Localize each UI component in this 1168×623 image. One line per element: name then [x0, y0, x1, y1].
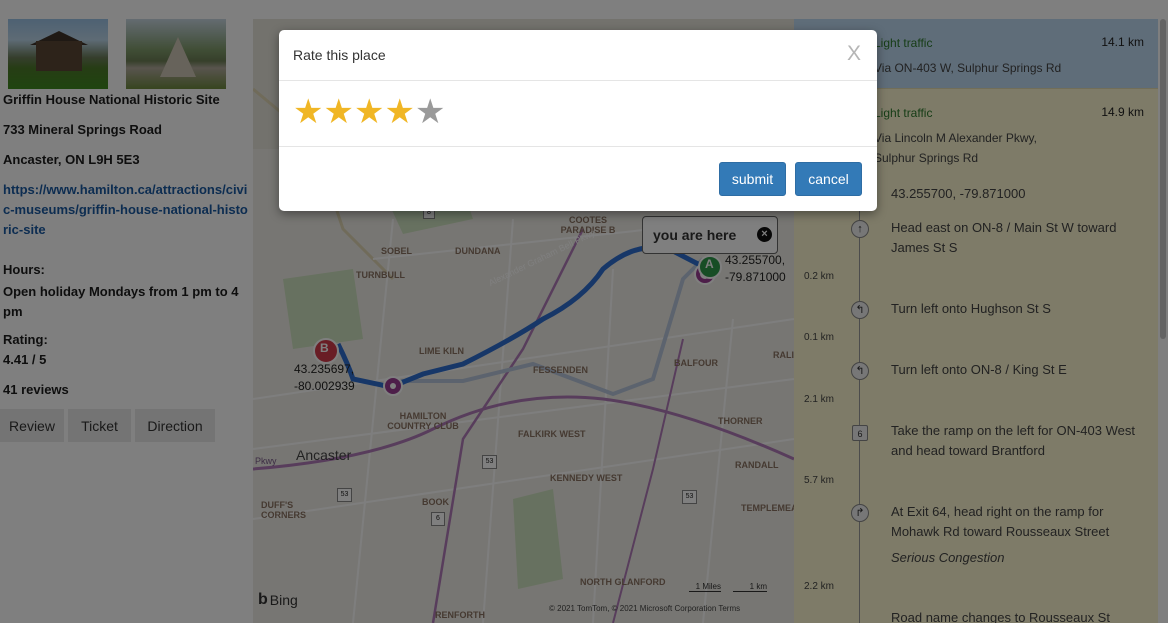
star-icon[interactable]: ★ — [324, 94, 355, 130]
rating-dialog: Rate this place X ★ ★ ★ ★ ★ submit cancel — [279, 30, 877, 211]
divider — [279, 80, 877, 81]
star-rating[interactable]: ★ ★ ★ ★ ★ — [293, 94, 446, 130]
close-icon[interactable]: X — [847, 42, 861, 66]
star-icon[interactable]: ★ — [354, 94, 385, 130]
star-icon[interactable]: ★ — [293, 94, 324, 130]
dialog-title: Rate this place — [293, 47, 386, 63]
divider — [279, 146, 877, 147]
submit-button[interactable]: submit — [719, 162, 786, 196]
star-icon[interactable]: ★ — [385, 94, 416, 130]
star-icon[interactable]: ★ — [415, 94, 446, 130]
cancel-button[interactable]: cancel — [795, 162, 862, 196]
